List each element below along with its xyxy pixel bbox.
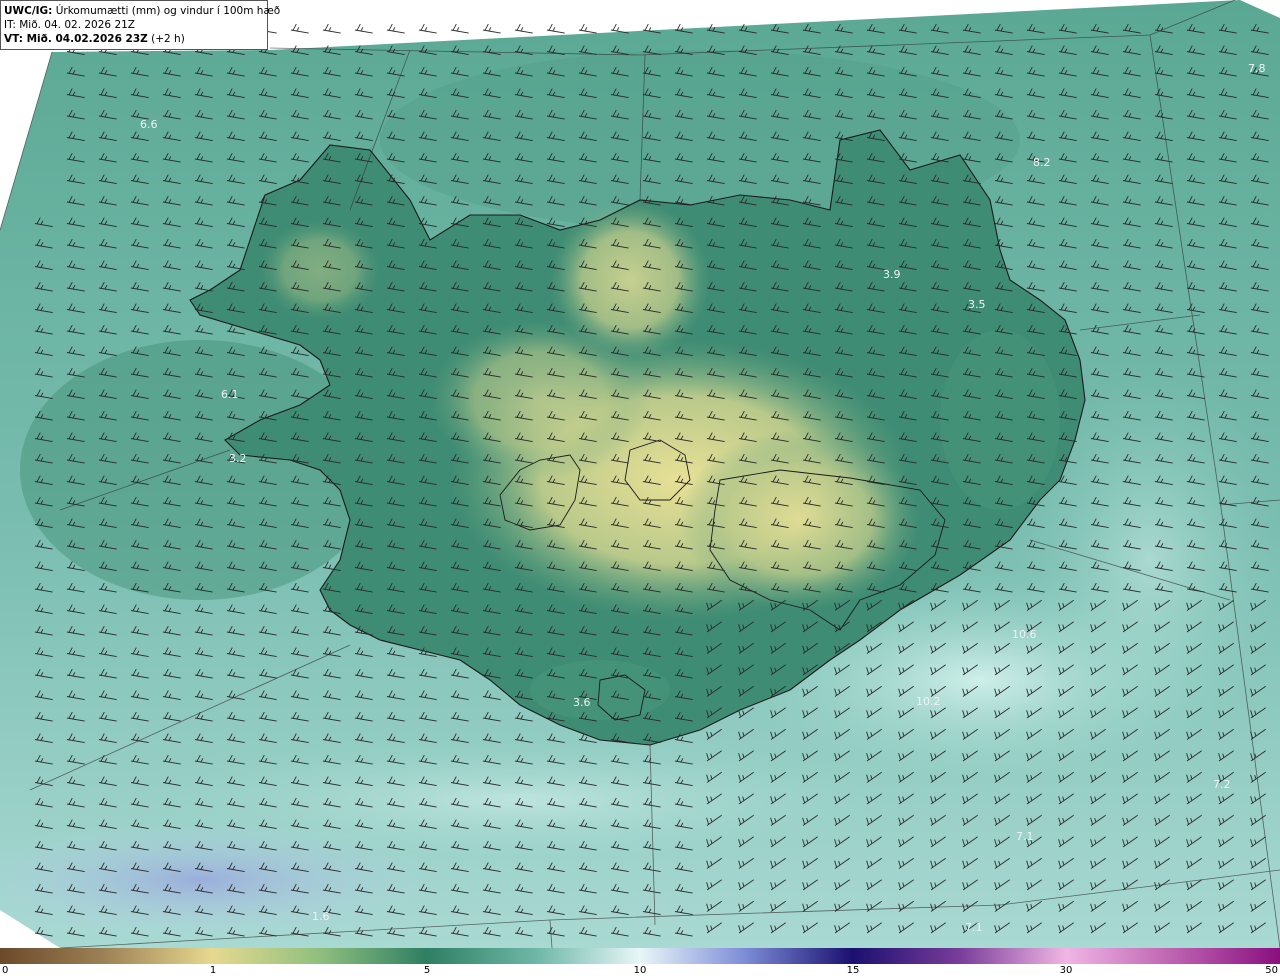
valid-time: VT: Mið. 04.02.2026 23Z (4, 33, 148, 45)
colorbar-tick: 0 (2, 965, 9, 976)
value-label: 1.6 (312, 910, 330, 923)
value-label: 8.2 (1033, 156, 1051, 169)
colorbar-tick: 10 (633, 965, 647, 976)
value-label: 3.5 (968, 298, 986, 311)
value-label: 10.2 (916, 695, 941, 708)
colorbar-tick: 50 (1265, 965, 1278, 976)
value-label: 10.6 (1012, 628, 1037, 641)
value-label: 6.6 (140, 118, 158, 131)
value-label: 3.6 (573, 696, 591, 709)
valid-time-row: VT: Mið. 04.02.2026 23Z (+2 h) (4, 32, 267, 46)
colorbar-tick: 15 (846, 965, 860, 976)
precipitation-map: 7.8 6.6 8.2 3.9 3.5 6.1 3.2 10.6 3.6 10.… (0, 0, 1280, 948)
info-box: UWC/IG: Úrkomumætti (mm) og vindur í 100… (0, 0, 280, 50)
value-label: 7.8 (1248, 62, 1266, 75)
map-title: Úrkomumætti (mm) og vindur í 100m hæð (55, 5, 281, 17)
model-name: UWC/IG: (4, 5, 53, 17)
value-label: 7.2 (1213, 778, 1231, 791)
colorbar-tick: 1 (209, 965, 217, 976)
valid-offset: (+2 h) (151, 33, 185, 45)
value-label: 7.1 (965, 921, 983, 934)
colorbar-tick: 30 (1059, 965, 1073, 976)
init-time: IT: Mið. 04. 02. 2026 21Z (4, 19, 135, 31)
title-row: UWC/IG: Úrkomumætti (mm) og vindur í 100… (4, 4, 280, 18)
value-label: 6.1 (221, 388, 239, 401)
colorbar-tick: 5 (423, 965, 431, 976)
value-label: 3.9 (883, 268, 901, 281)
colorbar: 0 1 5 10 15 30 50 (0, 948, 1280, 978)
colorbar-gradient (0, 948, 1280, 964)
value-label: 7.1 (1016, 830, 1034, 843)
value-label: 3.2 (229, 452, 247, 465)
